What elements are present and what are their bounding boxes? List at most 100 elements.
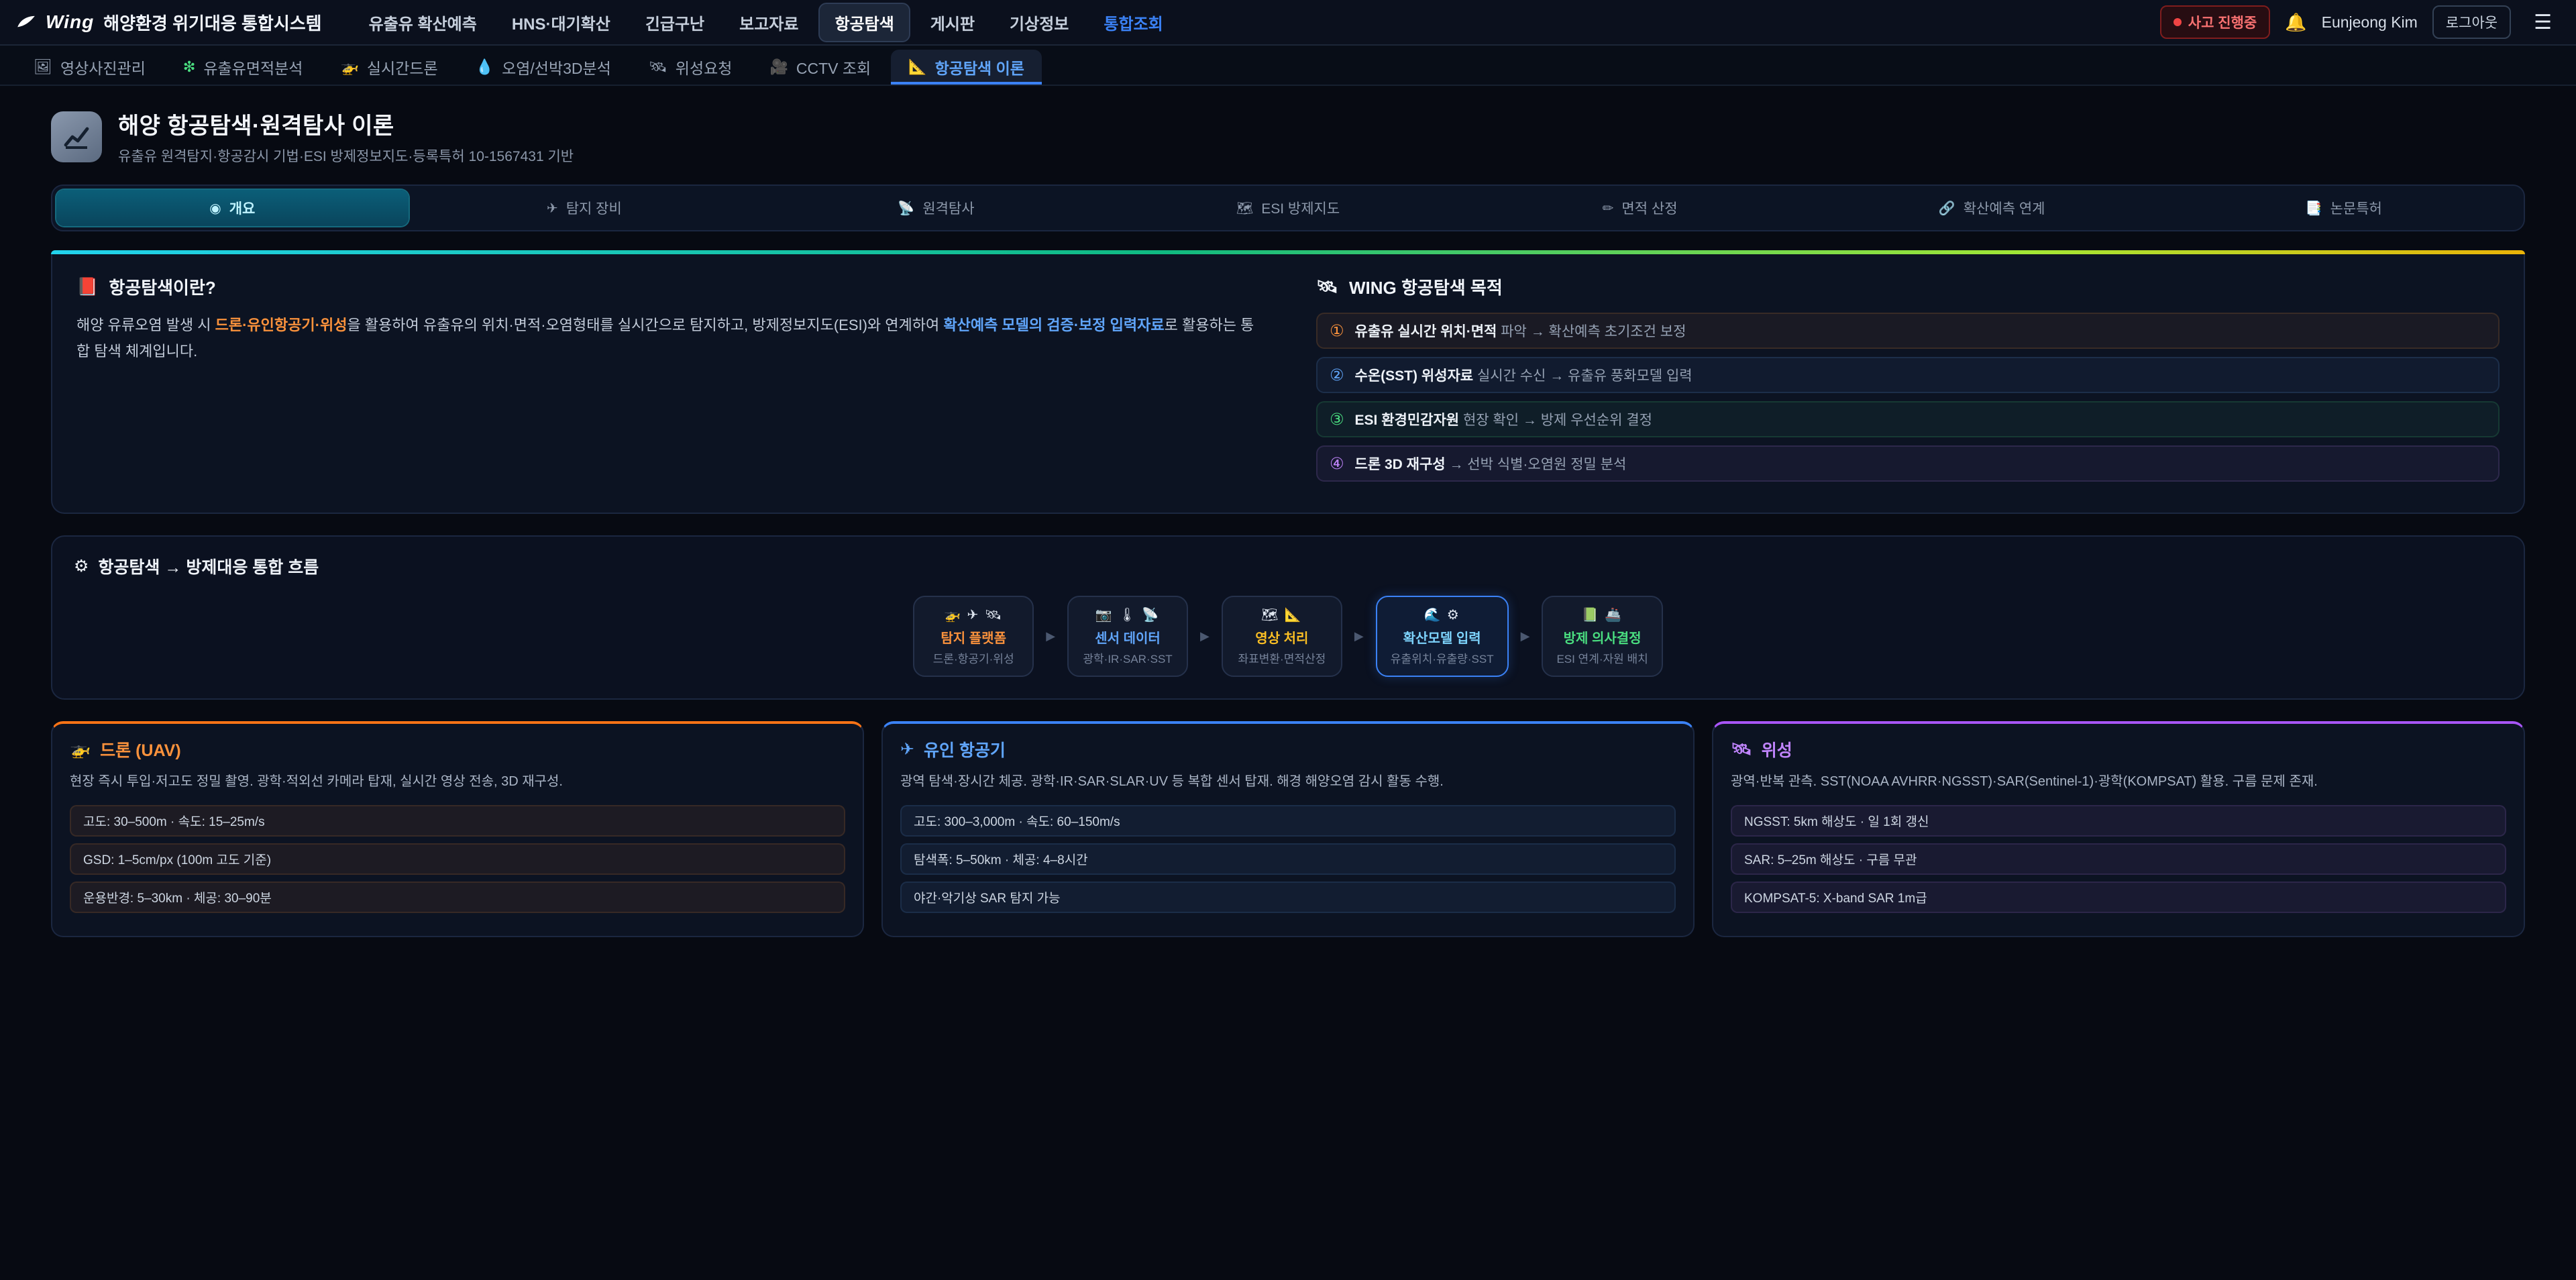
card-description: 광역 탐색·장시간 체공. 광학·IR·SAR·SLAR·UV 등 복합 센서 … [900, 771, 1676, 793]
text-segment: 해양 유류오염 발생 시 [76, 317, 215, 333]
panel-header: 🛰 WING 항공탐색 목적 [1316, 274, 2500, 299]
tab-label: 탐지 장비 [566, 198, 622, 218]
plane-icon: ✈ [547, 200, 558, 217]
app-logo[interactable]: Wing 해양환경 위기대응 통합시스템 [16, 10, 322, 35]
nav-reports[interactable]: 보고자료 [724, 4, 813, 41]
card-title: 위성 [1762, 737, 1792, 761]
nav-aerial-search[interactable]: 항공탐색 [818, 3, 910, 42]
tab-label: 면적 산정 [1621, 198, 1677, 218]
tab-label: 원격탐사 [922, 198, 974, 218]
incident-dot-icon [2174, 18, 2182, 26]
image-icon: 🖼 [34, 58, 52, 76]
purpose-rest: 실시간 수신 → 유출유 풍화모델 입력 [1473, 368, 1693, 384]
decision-icons: 📗 🚢 [1556, 606, 1648, 623]
subtab-realtime-drone[interactable]: 🚁 실시간드론 [323, 50, 455, 85]
purpose-item-1: ① 유출유 실시간 위치·면적 파악 → 확산예측 초기조건 보정 [1316, 313, 2500, 349]
circled-number-icon: ③ [1330, 410, 1344, 429]
tab-papers-patents[interactable]: 📑 논문특허 [2167, 190, 2520, 226]
nav-hns-atmospheric[interactable]: HNS·대기확산 [497, 4, 625, 41]
card-title: 드론 (UAV) [100, 737, 181, 761]
subtab-image-photo-management[interactable]: 🖼 영상사진관리 [16, 50, 163, 85]
tab-label: 논문특허 [2330, 198, 2382, 218]
page-subtitle: 유출유 원격탐지·항공감시 기법·ESI 방제정보지도·등록특허 10-1567… [118, 146, 574, 166]
tab-area-calculation[interactable]: ✏ 면적 산정 [1464, 190, 1816, 226]
wing-purpose-panel: 🛰 WING 항공탐색 목적 ① 유출유 실시간 위치·면적 파악 → 확산예측… [1316, 274, 2500, 490]
nav-oil-spill-prediction[interactable]: 유출유 확산예측 [354, 4, 492, 41]
main-content: 해양 항공탐색·원격탐사 이론 유출유 원격탐지·항공감시 기법·ESI 방제정… [0, 86, 2576, 991]
subtab-oil-area-analysis[interactable]: ❇ 유출유면적분석 [166, 50, 321, 85]
flow-step-desc: 광학·IR·SAR·SST [1082, 649, 1173, 666]
flow-step-model-input: 🌊 ⚙ 확산모델 입력 유출위치·유출량·SST [1376, 596, 1509, 677]
spec-row: KOMPSAT-5: X-band SAR 1m급 [1731, 882, 2506, 913]
tab-label: 개요 [229, 198, 256, 218]
nav-integrated-search[interactable]: 통합조회 [1089, 4, 1177, 41]
purpose-text: ESI 환경민감자원 현장 확인 → 방제 우선순위 결정 [1355, 409, 1652, 429]
app-viewport: Wing 해양환경 위기대응 통합시스템 유출유 확산예측 HNS·대기확산 긴… [0, 0, 2576, 1280]
hamburger-menu-icon[interactable]: ☰ [2526, 8, 2560, 37]
sub-navigation-bar: 🖼 영상사진관리 ❇ 유출유면적분석 🚁 실시간드론 💧 오염/선박3D분석 🛰… [0, 46, 2576, 86]
tab-label: 확산예측 연계 [1964, 198, 2045, 218]
arrow-right-icon: ▶ [1200, 629, 1210, 643]
tab-overview[interactable]: ◉ 개요 [56, 190, 409, 226]
flow-diagram: 🚁 ✈ 🛰 탐지 플랫폼 드론·항공기·위성 ▶ 📷 🌡 📡 센서 데이터 광학… [74, 596, 2502, 677]
nav-weather-info[interactable]: 기상정보 [995, 4, 1083, 41]
nav-board[interactable]: 게시판 [916, 4, 989, 41]
nav-emergency-rescue[interactable]: 긴급구난 [631, 4, 719, 41]
drone-icon: 🚁 [340, 58, 358, 76]
section-tabbar: ◉ 개요 ✈ 탐지 장비 📡 원격탐사 🗺 ESI 방제지도 ✏ 면적 산정 🔗 [51, 184, 2525, 231]
tab-prediction-link[interactable]: 🔗 확산예측 연계 [1816, 190, 2168, 226]
antenna-icon: 📡 [898, 200, 914, 217]
flow-step-detection-platform: 🚁 ✈ 🛰 탐지 플랫폼 드론·항공기·위성 [913, 596, 1034, 677]
subtab-label: 위성요청 [676, 56, 733, 78]
flow-step-label: 방제 의사결정 [1556, 627, 1648, 647]
purpose-item-3: ③ ESI 환경민감자원 현장 확인 → 방제 우선순위 결정 [1316, 401, 2500, 437]
top-navigation-bar: Wing 해양환경 위기대응 통합시스템 유출유 확산예측 HNS·대기확산 긴… [0, 0, 2576, 46]
flow-step-desc: 드론·항공기·위성 [928, 649, 1019, 666]
user-name: Eunjeong Kim [2322, 13, 2418, 32]
satellite-icon: 🛰 [1731, 740, 1752, 759]
spec-row: 야간·악기상 SAR 탐지 가능 [900, 882, 1676, 913]
sparkle-icon: ❇ [183, 58, 195, 76]
logout-button[interactable]: 로그아웃 [2432, 5, 2511, 39]
drone-card: 🚁 드론 (UAV) 현장 즉시 투입·저고도 정밀 촬영. 광학·적외선 카메… [51, 721, 864, 937]
subtab-aerial-search-theory[interactable]: 📐 항공탐색 이론 [891, 50, 1042, 85]
purpose-bold: 드론 3D 재구성 [1355, 457, 1446, 472]
panel-title: 항공탐색이란? [109, 274, 215, 299]
incident-status-badge[interactable]: 사고 진행중 [2160, 5, 2270, 39]
subtab-pollution-ship-3d[interactable]: 💧 오염/선박3D분석 [458, 50, 629, 85]
flow-step-desc: 좌표변환·면적산정 [1236, 649, 1328, 666]
satellite-card: 🛰 위성 광역·반복 관측. SST(NOAA AVHRR·NGSST)·SAR… [1712, 721, 2525, 937]
notification-bell-icon[interactable]: 🔔 [2285, 12, 2306, 33]
satellite-icon: 🛰 [1316, 276, 1338, 297]
circled-number-icon: ① [1330, 321, 1344, 341]
tab-detection-equipment[interactable]: ✈ 탐지 장비 [409, 190, 761, 226]
card-description: 광역·반복 관측. SST(NOAA AVHRR·NGSST)·SAR(Sent… [1731, 771, 2506, 793]
arrow-right-icon: ▶ [1046, 629, 1055, 643]
card-header: 🚁 드론 (UAV) [70, 737, 845, 761]
tab-remote-sensing[interactable]: 📡 원격탐사 [760, 190, 1112, 226]
text-segment: 을 활용하여 유출유의 위치·면적·오염형태를 실시간으로 탐지하고, 방제정보… [347, 317, 943, 333]
platform-cards-row: 🚁 드론 (UAV) 현장 즉시 투입·저고도 정밀 촬영. 광학·적외선 카메… [51, 721, 2525, 937]
subtab-label: 오염/선박3D분석 [502, 56, 611, 78]
purpose-item-4: ④ 드론 3D 재구성 → 선박 식별·오염원 정밀 분석 [1316, 445, 2500, 482]
document-icon: 📑 [2306, 200, 2322, 217]
purpose-text: 유출유 실시간 위치·면적 파악 → 확산예측 초기조건 보정 [1355, 321, 1686, 341]
link-icon: 🔗 [1939, 200, 1955, 217]
arrow-right-icon: ▶ [1521, 629, 1530, 643]
target-icon: ◉ [209, 200, 221, 217]
tab-esi-map[interactable]: 🗺 ESI 방제지도 [1112, 190, 1464, 226]
app-title: 해양환경 위기대응 통합시스템 [103, 10, 321, 35]
spec-row: SAR: 5–25m 해상도 · 구름 무관 [1731, 843, 2506, 875]
purpose-rest: → 선박 식별·오염원 정밀 분석 [1446, 457, 1627, 472]
arrow-right-icon: ▶ [1354, 629, 1364, 643]
subtab-cctv-view[interactable]: 🎥 CCTV 조회 [752, 50, 888, 85]
gear-icon: ⚙ [74, 556, 89, 576]
overview-paragraph: 해양 유류오염 발생 시 드론·유인항공기·위성을 활용하여 유출유의 위치·면… [76, 313, 1260, 364]
subtab-label: CCTV 조회 [796, 56, 871, 78]
purpose-text: 수온(SST) 위성자료 실시간 수신 → 유출유 풍화모델 입력 [1355, 365, 1693, 385]
purpose-text: 드론 3D 재구성 → 선박 식별·오염원 정밀 분석 [1355, 454, 1627, 474]
flow-step-desc: ESI 연계·자원 배치 [1556, 649, 1648, 666]
subtab-label: 항공탐색 이론 [935, 56, 1024, 78]
subtab-satellite-request[interactable]: 🛰 위성요청 [631, 50, 750, 85]
incident-badge-label: 사고 진행중 [2188, 12, 2257, 32]
